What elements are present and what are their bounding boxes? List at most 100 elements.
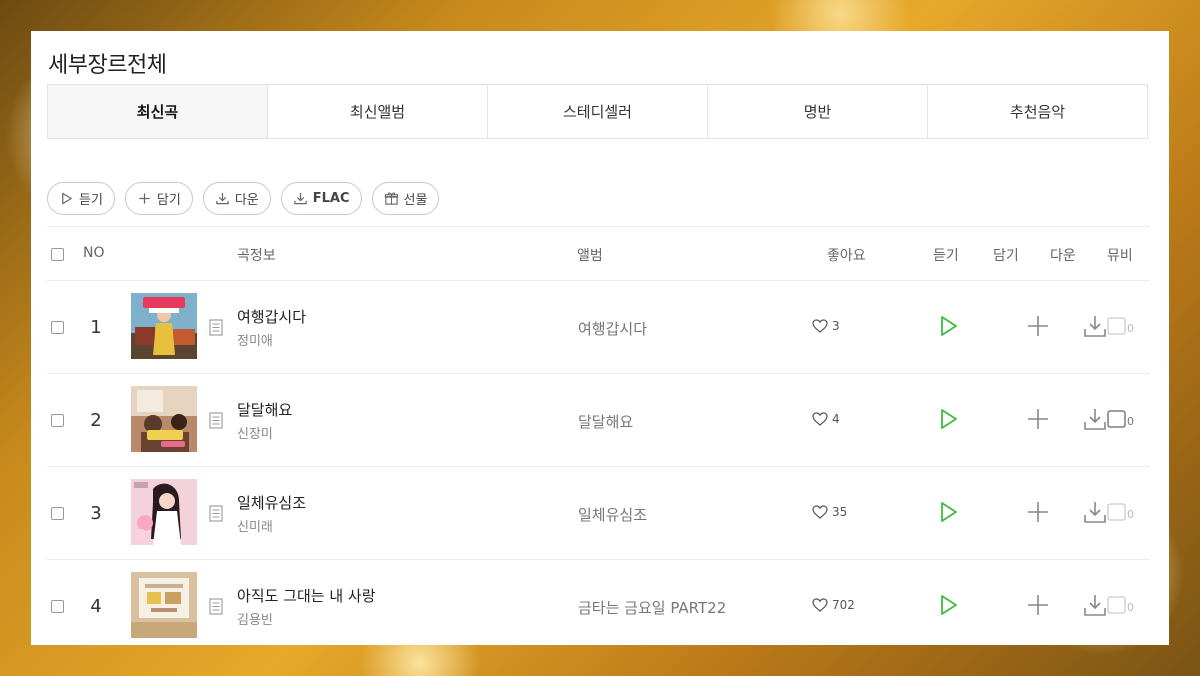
play-icon[interactable]	[936, 314, 960, 338]
row-checkbox[interactable]	[51, 600, 64, 613]
gift-label: 선물	[403, 193, 428, 208]
play-selected-label: 듣기	[79, 193, 103, 208]
heart-icon	[812, 598, 828, 612]
mv-count: 0	[1127, 322, 1134, 335]
rank-number: 2	[90, 410, 102, 431]
video-icon	[1107, 503, 1126, 521]
bulk-action-bar: 듣기 담기 다운 FLAC 선물	[47, 182, 440, 215]
col-likes: 좋아요	[827, 248, 866, 264]
video-icon	[1107, 410, 1126, 428]
plus-icon[interactable]	[1026, 593, 1050, 617]
download-icon	[294, 192, 307, 205]
col-play: 듣기	[933, 248, 959, 264]
download-selected-label: 다운	[234, 193, 259, 208]
col-download: 다운	[1050, 248, 1076, 264]
flac-download-button[interactable]: FLAC	[280, 182, 362, 215]
rank-number: 1	[90, 317, 102, 338]
heart-icon	[812, 505, 828, 519]
play-selected-button[interactable]: 듣기	[47, 182, 115, 215]
mv-count: 0	[1127, 415, 1134, 428]
song-title[interactable]: 일체유심조	[237, 492, 306, 513]
mv-button[interactable]: 0	[1107, 317, 1134, 335]
table-row: 4 아직도 그대는 내 사랑 김용빈 금타는 금요일 PART22 702 0	[47, 560, 1150, 645]
album-name[interactable]: 여행갑시다	[578, 318, 647, 339]
col-no: NO	[83, 245, 105, 261]
select-all-checkbox[interactable]	[51, 248, 64, 261]
rank-number: 4	[90, 596, 102, 617]
like-button[interactable]: 702	[812, 598, 855, 612]
album-name[interactable]: 금타는 금요일 PART22	[578, 597, 726, 618]
tab-bar: 최신곡 최신앨범 스테디셀러 명반 추천음악	[47, 84, 1148, 139]
lyrics-icon[interactable]	[209, 505, 223, 522]
col-mv: 뮤비	[1107, 248, 1133, 264]
mv-count: 0	[1127, 601, 1134, 614]
plus-icon[interactable]	[1026, 407, 1050, 431]
play-icon[interactable]	[936, 593, 960, 617]
table-row: 3 일체유심조 신미래 일체유심조 35 0	[47, 467, 1150, 560]
page-title: 세부장르전체	[48, 53, 167, 78]
mv-button[interactable]: 0	[1107, 503, 1134, 521]
rank-number: 3	[90, 503, 102, 524]
download-icon[interactable]	[1083, 593, 1107, 617]
lyrics-icon[interactable]	[209, 319, 223, 336]
table-header: NO 곡정보 앨범 좋아요 듣기 담기 다운 뮤비	[47, 226, 1150, 281]
lyrics-icon[interactable]	[209, 412, 223, 429]
video-icon	[1107, 596, 1126, 614]
row-checkbox[interactable]	[51, 414, 64, 427]
artist-name[interactable]: 신장미	[237, 423, 273, 442]
like-button[interactable]: 3	[812, 319, 840, 333]
plus-icon	[139, 193, 150, 204]
table-row: 1 여행갑시다 정미애 여행갑시다 3 0	[47, 281, 1150, 374]
like-count: 3	[832, 319, 840, 333]
download-icon[interactable]	[1083, 314, 1107, 338]
add-selected-button[interactable]: 담기	[124, 182, 193, 215]
tab-latest-albums[interactable]: 최신앨범	[268, 85, 488, 138]
album-art[interactable]	[131, 386, 197, 452]
tab-masterpieces[interactable]: 명반	[708, 85, 928, 138]
play-icon[interactable]	[936, 500, 960, 524]
mv-button[interactable]: 0	[1107, 410, 1134, 428]
heart-icon	[812, 412, 828, 426]
download-icon	[216, 192, 229, 205]
artist-name[interactable]: 신미래	[237, 516, 273, 535]
tab-steady-sellers[interactable]: 스테디셀러	[488, 85, 708, 138]
col-album: 앨범	[577, 248, 603, 264]
row-checkbox[interactable]	[51, 507, 64, 520]
table-row: 2 달달해요 신장미 달달해요 4 0	[47, 374, 1150, 467]
like-count: 702	[832, 598, 855, 612]
album-name[interactable]: 달달해요	[578, 411, 633, 432]
like-button[interactable]: 35	[812, 505, 847, 519]
video-icon	[1107, 317, 1126, 335]
album-art[interactable]	[131, 293, 197, 359]
album-art[interactable]	[131, 572, 197, 638]
play-icon[interactable]	[936, 407, 960, 431]
mv-button[interactable]: 0	[1107, 596, 1134, 614]
tab-latest-songs[interactable]: 최신곡	[48, 85, 268, 138]
col-song-info: 곡정보	[237, 248, 276, 264]
add-selected-label: 담기	[156, 193, 181, 208]
gift-button[interactable]: 선물	[371, 182, 440, 215]
plus-icon[interactable]	[1026, 314, 1050, 338]
plus-icon[interactable]	[1026, 500, 1050, 524]
like-button[interactable]: 4	[812, 412, 840, 426]
play-icon	[62, 192, 72, 205]
lyrics-icon[interactable]	[209, 598, 223, 615]
download-selected-button[interactable]: 다운	[202, 182, 271, 215]
col-add: 담기	[993, 248, 1019, 264]
download-icon[interactable]	[1083, 500, 1107, 524]
song-title[interactable]: 달달해요	[237, 399, 292, 420]
heart-icon	[812, 319, 828, 333]
song-title[interactable]: 여행갑시다	[237, 306, 306, 327]
album-art[interactable]	[131, 479, 197, 545]
download-icon[interactable]	[1083, 407, 1107, 431]
flac-download-label: FLAC	[312, 191, 350, 206]
tab-recommended[interactable]: 추천음악	[928, 85, 1147, 138]
row-checkbox[interactable]	[51, 321, 64, 334]
artist-name[interactable]: 정미애	[237, 330, 273, 349]
gift-icon	[384, 192, 398, 205]
like-count: 35	[832, 505, 848, 519]
artist-name[interactable]: 김용빈	[237, 609, 273, 628]
mv-count: 0	[1127, 508, 1134, 521]
album-name[interactable]: 일체유심조	[578, 504, 647, 525]
song-title[interactable]: 아직도 그대는 내 사랑	[237, 585, 376, 606]
